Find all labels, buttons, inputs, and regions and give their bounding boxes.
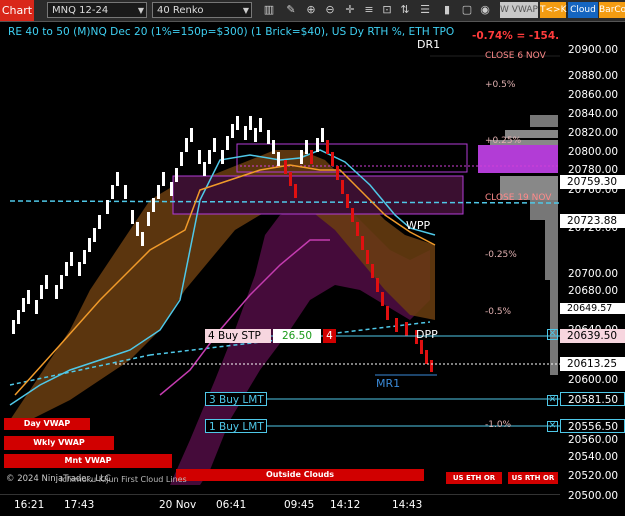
buy-lmt-price-label-1: 20556.50 xyxy=(560,419,625,433)
wkly-vwap-box: Wkly VWAP xyxy=(4,436,114,450)
close-order-icon[interactable]: ✕ xyxy=(547,395,558,406)
price-tick: 20680.00 xyxy=(568,285,619,297)
price-tick: 20500.00 xyxy=(568,490,619,502)
price-tick: 20560.00 xyxy=(568,434,619,446)
outside-clouds-box: Outside Clouds xyxy=(176,469,424,481)
price-tick: 20600.00 xyxy=(568,374,619,386)
time-axis[interactable]: 16:21 17:43 20 Nov 06:41 09:45 14:12 14:… xyxy=(0,494,560,516)
bar-type-value: 40 Renko xyxy=(157,5,204,16)
price-tick: 20860.00 xyxy=(568,89,619,101)
mnt-vwap-box: Mnt VWAP xyxy=(4,454,172,468)
window-icon[interactable]: ▢ xyxy=(460,2,474,18)
chevron-down-icon: ▼ xyxy=(242,6,249,15)
buy-stp-order-label[interactable]: 4 Buy STP xyxy=(205,329,271,343)
align-icon[interactable]: ≡ xyxy=(362,2,376,18)
chart-title: RE 40 to 50 (M)NQ Dec 20 (1%=150p=$300) … xyxy=(8,26,455,38)
minus-05-label: -0.5% xyxy=(485,307,512,317)
close-order-icon[interactable]: ✕ xyxy=(547,421,558,432)
up-down-icon[interactable]: ⇅ xyxy=(398,2,412,18)
price-label: 20723.88 xyxy=(560,214,625,228)
bar-type-selector[interactable]: 40 Renko ▼ xyxy=(152,2,252,18)
chart-tab[interactable]: Chart xyxy=(0,0,34,21)
zoom-in-icon[interactable]: ⊕ xyxy=(304,2,318,18)
mr1-label: MR1 xyxy=(376,377,401,390)
time-tick: 06:41 xyxy=(216,499,247,511)
close-order-icon[interactable]: ✕ xyxy=(547,329,558,340)
buy-lmt-order-3-label[interactable]: 3 Buy LMT xyxy=(205,392,267,406)
close-6-nov-label: CLOSE 6 NOV xyxy=(485,51,546,61)
lock-icon[interactable]: ⊡ xyxy=(380,2,394,18)
dpp-label: DPP xyxy=(416,328,438,341)
cloud-button[interactable]: Cloud xyxy=(568,2,598,18)
chevron-down-icon: ▼ xyxy=(137,6,144,15)
time-tick: 09:45 xyxy=(284,499,315,511)
buy-stp-order-qty[interactable]: 4 xyxy=(323,329,336,343)
properties-icon[interactable]: ☰ xyxy=(418,2,432,18)
price-label: 20649.57 xyxy=(560,303,625,314)
pencil-icon[interactable]: ✎ xyxy=(284,2,298,18)
price-tick: 20880.00 xyxy=(568,70,619,82)
barco-button[interactable]: BarCo xyxy=(599,2,625,18)
day-vwap-box: Day VWAP xyxy=(4,418,90,430)
price-tick: 20840.00 xyxy=(568,108,619,120)
buy-stp-order-price[interactable]: 26.50 xyxy=(273,329,321,343)
crosshair-icon[interactable]: ✛ xyxy=(343,2,357,18)
w-vwap-button[interactable]: W VWAP xyxy=(500,2,538,18)
minus-10-label: -1.0% xyxy=(485,420,512,430)
pnl-readout: -0.74% = -154.50 xyxy=(472,30,574,42)
us-rth-or-box: US RTH OR xyxy=(508,472,558,484)
price-tick: 20900.00 xyxy=(568,44,619,56)
bars-icon[interactable]: ▮ xyxy=(440,2,454,18)
instrument-selector[interactable]: MNQ 12-24 ▼ xyxy=(47,2,147,18)
buy-lmt-order-1-label[interactable]: 1 Buy LMT xyxy=(205,419,267,433)
time-tick: 20 Nov xyxy=(159,499,197,511)
plus-025-label: +0.25% xyxy=(485,136,522,146)
minus-025-label: -0.25% xyxy=(485,250,517,260)
vwap-dashed-line xyxy=(9,200,560,204)
wpp-label: WPP xyxy=(406,219,431,232)
buy-stp-price-label: 20639.50 xyxy=(560,329,625,343)
time-tick: 14:43 xyxy=(392,499,423,511)
price-tick: 20820.00 xyxy=(568,127,619,139)
close-19-nov-label: CLOSE 19 NOV xyxy=(485,193,552,203)
us-eth-or-box: US ETH OR xyxy=(446,472,502,484)
toolbar: Chart MNQ 12-24 ▼ 40 Renko ▼ ▥ ✎ ⊕ ⊖ ✛ ≡… xyxy=(0,0,625,22)
price-label: 20759.30 xyxy=(560,175,625,189)
bar-chart-icon[interactable]: ▥ xyxy=(262,2,276,18)
time-tick: 16:21 xyxy=(14,499,45,511)
price-tick: 20540.00 xyxy=(568,451,619,463)
dr1-label: DR1 xyxy=(417,38,441,51)
tpo-box xyxy=(172,175,464,215)
plus-05-label: +0.5% xyxy=(485,80,516,90)
buy-lmt-price-label-3: 20581.50 xyxy=(560,392,625,406)
price-label: 20613.25 xyxy=(560,357,625,371)
price-tick: 20520.00 xyxy=(568,470,619,482)
price-tick: 20700.00 xyxy=(568,268,619,280)
time-tick: 17:43 xyxy=(64,499,95,511)
zoom-out-icon[interactable]: ⊖ xyxy=(323,2,337,18)
tk-button[interactable]: T<>K xyxy=(540,2,566,18)
user-icon[interactable]: ◉ xyxy=(478,2,492,18)
instrument-value: MNQ 12-24 xyxy=(52,5,109,16)
time-tick: 14:12 xyxy=(330,499,361,511)
price-tick: 20800.00 xyxy=(568,146,619,158)
ichimoku-label: Ichimoku Kijun First Cloud Lines xyxy=(60,475,187,484)
